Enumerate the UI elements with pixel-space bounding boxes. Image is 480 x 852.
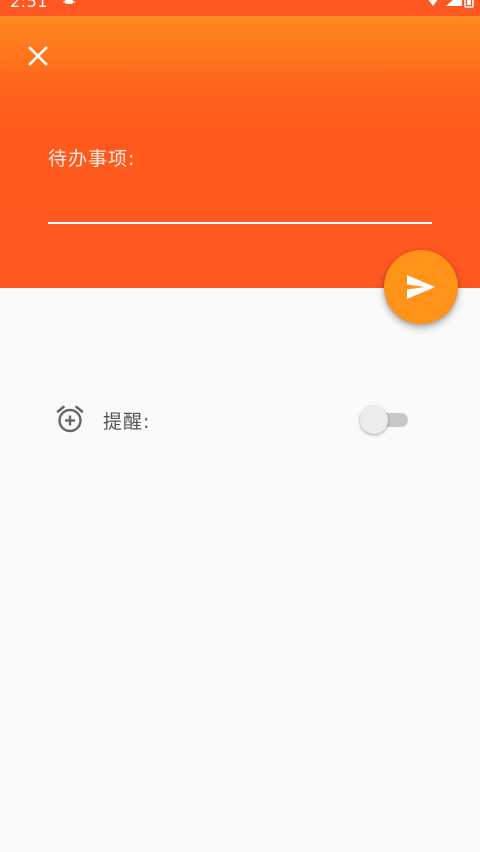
- close-icon: [28, 46, 48, 66]
- android-debug-icon: [63, 0, 75, 4]
- status-time: 2:51: [10, 0, 48, 11]
- cell-signal-icon: [446, 0, 462, 6]
- todo-label: 待办事项:: [48, 148, 136, 170]
- reminder-switch[interactable]: [360, 406, 408, 434]
- send-button[interactable]: [384, 250, 458, 324]
- reminder-row: 提醒:: [0, 392, 480, 448]
- todo-input[interactable]: [48, 184, 432, 224]
- header: 待办事项:: [0, 16, 480, 288]
- wifi-icon: [428, 0, 438, 6]
- switch-thumb: [360, 406, 388, 434]
- alarm-add-icon: [56, 405, 84, 433]
- send-icon: [407, 275, 435, 299]
- battery-icon: [464, 0, 474, 8]
- close-button[interactable]: [18, 36, 58, 76]
- status-icons: [424, 0, 474, 8]
- status-bar: 2:51: [0, 0, 480, 16]
- reminder-label: 提醒:: [103, 411, 151, 433]
